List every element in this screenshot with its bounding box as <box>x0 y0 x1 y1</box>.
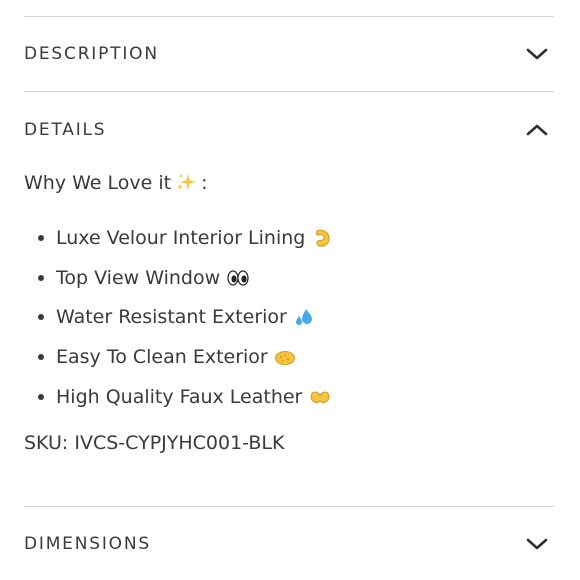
feature-label: Top View Window <box>56 266 221 289</box>
bullet-icon <box>38 314 44 321</box>
accordion-description-title: DESCRIPTION <box>24 44 159 64</box>
divider-description <box>24 91 554 92</box>
details-intro: Why We Love it : <box>24 168 554 198</box>
feature-label: High Quality Faux Leather <box>56 385 303 408</box>
feature-label: Easy To Clean Exterior <box>56 345 268 368</box>
bullet-icon <box>38 274 44 281</box>
intro-suffix: : <box>201 172 208 194</box>
sku-label: SKU: <box>24 432 69 454</box>
accordion-dimensions-title: DIMENSIONS <box>24 534 151 554</box>
chevron-up-icon[interactable] <box>524 117 550 143</box>
bullet-icon <box>38 234 44 241</box>
features-list: Luxe Velour Interior Lining Top View Win… <box>38 218 333 416</box>
details-content: Why We Love it : Luxe Velour Interior Li… <box>24 168 554 454</box>
heart-hands-emoji-icon <box>308 386 330 408</box>
list-item: Easy To Clean Exterior <box>38 337 333 377</box>
divider-details <box>24 506 554 507</box>
divider-top <box>24 16 554 17</box>
list-item: Top View Window <box>38 258 333 298</box>
eyes-emoji-icon <box>226 267 249 289</box>
bullet-icon <box>38 353 44 360</box>
sponge-emoji-icon <box>274 346 296 368</box>
sweat-droplets-emoji-icon <box>293 306 315 328</box>
list-item: High Quality Faux Leather <box>38 377 333 417</box>
pinching-hand-emoji-icon <box>311 227 333 249</box>
chevron-down-icon[interactable] <box>524 531 550 557</box>
accordion-details-header[interactable]: DETAILS <box>24 110 554 150</box>
sku-line: SKU: IVCS-CYPJYHC001-BLK <box>24 432 284 454</box>
accordion-details-title: DETAILS <box>24 120 107 140</box>
feature-label: Water Resistant Exterior <box>56 306 287 329</box>
chevron-down-icon[interactable] <box>524 41 550 67</box>
list-item: Water Resistant Exterior <box>38 297 333 337</box>
sparkles-emoji-icon <box>175 172 197 194</box>
intro-text: Why We Love it <box>24 172 172 194</box>
feature-label: Luxe Velour Interior Lining <box>56 226 306 249</box>
bullet-icon <box>38 393 44 400</box>
list-item: Luxe Velour Interior Lining <box>38 218 333 258</box>
accordion-description-header[interactable]: DESCRIPTION <box>24 34 554 74</box>
accordion-dimensions-header[interactable]: DIMENSIONS <box>24 524 554 564</box>
sku-value: IVCS-CYPJYHC001-BLK <box>74 432 285 454</box>
